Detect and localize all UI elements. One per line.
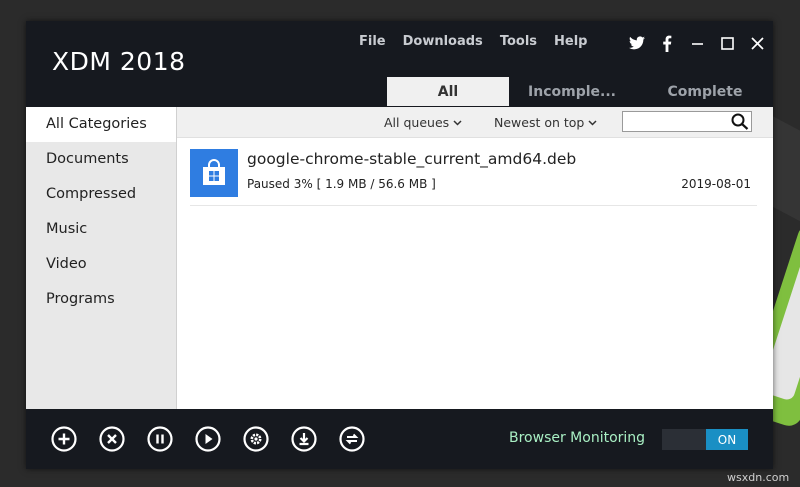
minimize-icon[interactable] [682, 33, 712, 53]
menu-downloads[interactable]: Downloads [403, 34, 483, 49]
sort-order-dropdown[interactable]: Newest on top [494, 115, 597, 130]
sidebar-item-all-categories[interactable]: All Categories [26, 107, 176, 142]
menu-file[interactable]: File [359, 34, 386, 49]
sidebar-item-documents[interactable]: Documents [26, 142, 176, 177]
main-content: All Categories Documents Compressed Musi… [26, 107, 773, 409]
cancel-icon[interactable] [99, 426, 125, 452]
search-icon[interactable] [731, 113, 749, 130]
download-status: Paused 3% [ 1.9 MB / 56.6 MB ] [247, 177, 436, 191]
toggle-state: ON [706, 429, 748, 450]
twitter-icon[interactable] [622, 33, 652, 53]
sort-order-label: Newest on top [494, 115, 585, 130]
window-controls [622, 33, 772, 53]
search-box [622, 111, 752, 132]
app-title: XDM 2018 [52, 47, 186, 76]
tab-incomplete[interactable]: Incomple... [509, 77, 635, 106]
add-icon[interactable] [51, 426, 77, 452]
watermark: wsxdn.com [727, 471, 790, 484]
download-date: 2019-08-01 [681, 177, 751, 191]
action-buttons [51, 426, 365, 452]
menu-tools[interactable]: Tools [500, 34, 537, 49]
sidebar-item-programs[interactable]: Programs [26, 282, 176, 317]
tab-bar: All Incomple... Complete [387, 77, 775, 106]
bottom-toolbar: Browser Monitoring ON [26, 409, 773, 469]
menu-bar: File Downloads Tools Help [359, 34, 587, 49]
switch-icon[interactable] [339, 426, 365, 452]
chevron-down-icon [453, 119, 462, 126]
category-sidebar: All Categories Documents Compressed Musi… [26, 107, 177, 409]
download-file-name: google-chrome-stable_current_amd64.deb [247, 150, 577, 168]
search-input[interactable] [623, 114, 731, 132]
facebook-icon[interactable] [652, 33, 682, 53]
download-icon[interactable] [291, 426, 317, 452]
download-row[interactable]: google-chrome-stable_current_amd64.deb P… [190, 147, 757, 206]
sidebar-item-video[interactable]: Video [26, 247, 176, 282]
close-icon[interactable] [742, 33, 772, 53]
app-window: XDM 2018 File Downloads Tools Help All I… [26, 21, 773, 469]
settings-icon[interactable] [243, 426, 269, 452]
chevron-down-icon [588, 119, 597, 126]
sidebar-item-compressed[interactable]: Compressed [26, 177, 176, 212]
browser-monitoring-label: Browser Monitoring [509, 430, 646, 446]
list-toolbar: All queues Newest on top [177, 107, 773, 138]
pause-icon[interactable] [147, 426, 173, 452]
menu-help[interactable]: Help [554, 34, 587, 49]
store-bag-icon [190, 149, 238, 197]
sidebar-item-music[interactable]: Music [26, 212, 176, 247]
tab-all[interactable]: All [387, 77, 509, 106]
browser-monitoring-toggle[interactable]: ON [662, 429, 748, 450]
queue-filter-label: All queues [384, 115, 450, 130]
tab-complete[interactable]: Complete [635, 77, 775, 106]
maximize-icon[interactable] [712, 33, 742, 53]
play-icon[interactable] [195, 426, 221, 452]
queue-filter-dropdown[interactable]: All queues [384, 115, 462, 130]
